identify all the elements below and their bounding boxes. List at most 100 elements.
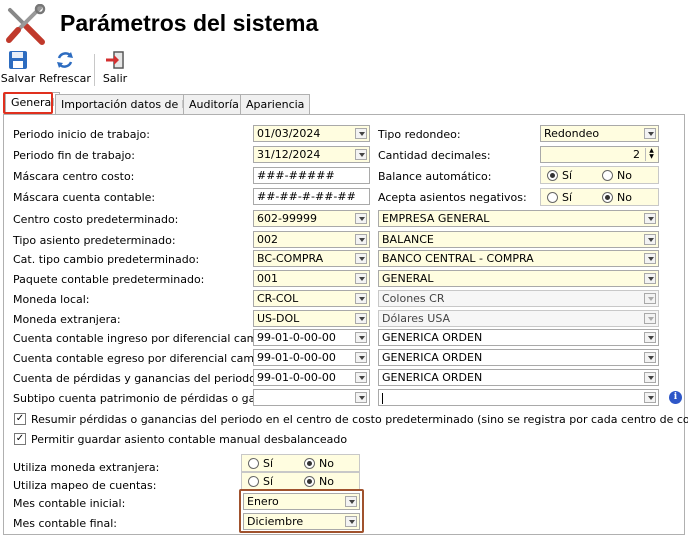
balance-auto-no-label: No [617, 169, 632, 182]
periodo-inicio-value: 01/03/2024 [257, 127, 321, 140]
exit-icon [106, 51, 124, 69]
periodo-fin-field[interactable]: 31/12/2024 [253, 146, 370, 163]
chevron-down-icon[interactable] [355, 392, 367, 403]
chevron-down-icon[interactable] [644, 352, 656, 363]
cta-egreso-desc-value: GENERICA ORDEN [382, 351, 483, 364]
cta-ingreso-desc-value: GENERICA ORDEN [382, 331, 483, 344]
periodo-inicio-field[interactable]: 01/03/2024 [253, 125, 370, 142]
tipo-cambio-code[interactable]: BC-COMPRA [253, 250, 370, 267]
chevron-down-icon[interactable] [644, 332, 656, 343]
chevron-down-icon[interactable] [355, 372, 367, 383]
balance-auto-no-radio[interactable] [602, 170, 613, 181]
refresh-label: Refrescar [39, 72, 91, 85]
usa-moneda-ext-si-radio[interactable] [248, 458, 259, 469]
subtipo-desc[interactable] [378, 389, 659, 406]
chevron-down-icon [644, 313, 656, 324]
info-icon[interactable]: i [669, 391, 682, 404]
centro-costo-code-value: 602-99999 [257, 212, 317, 225]
tipo-cambio-code-value: BC-COMPRA [257, 252, 324, 265]
acepta-neg-si-label: Sí [562, 191, 573, 204]
moneda-ext-label: Moneda extranjera: [13, 313, 121, 326]
resumir-label: Resumir pérdidas o ganancias del periodo… [31, 413, 688, 426]
cta-egreso-code[interactable]: 99-01-0-00-00 [253, 349, 370, 366]
moneda-local-desc: Colones CR [378, 290, 659, 307]
subtipo-code[interactable] [253, 389, 370, 406]
usa-mapeo-no-radio[interactable] [304, 476, 315, 487]
tab-importacion-rh[interactable]: Importación datos de RH [55, 94, 204, 114]
tipo-redondeo-select[interactable]: Redondeo [540, 125, 659, 142]
cta-egreso-label: Cuenta contable egreso por diferencial c… [13, 352, 289, 365]
centro-costo-label: Centro costo predeterminado: [13, 213, 179, 226]
chevron-down-icon[interactable] [355, 128, 367, 139]
balance-auto-label: Balance automático: [378, 170, 492, 183]
chevron-down-icon[interactable] [644, 234, 656, 245]
chevron-down-icon[interactable] [355, 149, 367, 160]
usa-moneda-ext-label: Utiliza moneda extranjera: [13, 461, 160, 474]
cta-pyg-desc[interactable]: GENERICA ORDEN [378, 369, 659, 386]
refresh-button[interactable]: Refrescar [39, 50, 91, 90]
permitir-checkbox[interactable]: ✓ [14, 433, 26, 445]
chevron-down-icon[interactable] [644, 213, 656, 224]
moneda-ext-code[interactable]: US-DOL [253, 310, 370, 327]
spinner-icon[interactable]: ▲ ▼ [645, 148, 657, 161]
cta-ingreso-label: Cuenta contable ingreso por diferencial … [13, 332, 293, 345]
tab-highlight [3, 92, 53, 114]
months-highlight [239, 489, 364, 533]
acepta-neg-si-radio[interactable] [547, 192, 558, 203]
mascara-cc-label: Máscara centro costo: [13, 170, 135, 183]
resumir-checkbox[interactable]: ✓ [14, 413, 26, 425]
tipo-cambio-desc-value: BANCO CENTRAL - COMPRA [382, 252, 534, 265]
moneda-local-code[interactable]: CR-COL [253, 290, 370, 307]
chevron-down-icon[interactable] [355, 293, 367, 304]
paquete-desc[interactable]: GENERAL [378, 270, 659, 287]
chevron-down-icon[interactable] [355, 332, 367, 343]
save-button[interactable]: Salvar [1, 50, 35, 90]
usa-moneda-ext-si-label: Sí [263, 457, 274, 470]
exit-button[interactable]: Salir [101, 50, 129, 90]
paquete-code[interactable]: 001 [253, 270, 370, 287]
cta-ingreso-desc[interactable]: GENERICA ORDEN [378, 329, 659, 346]
chevron-down-icon[interactable] [355, 213, 367, 224]
centro-costo-desc[interactable]: EMPRESA GENERAL [378, 210, 659, 227]
tipo-asiento-code[interactable]: 002 [253, 231, 370, 248]
chevron-down-icon[interactable] [355, 313, 367, 324]
tipo-redondeo-value: Redondeo [544, 127, 600, 140]
exit-label: Salir [102, 72, 128, 85]
cantidad-decimales-stepper[interactable]: 2 ▲ ▼ [540, 146, 659, 163]
mascara-cc-field[interactable]: ###-##### [253, 167, 370, 184]
chevron-down-icon[interactable] [644, 273, 656, 284]
chevron-down-icon[interactable] [644, 372, 656, 383]
periodo-fin-value: 31/12/2024 [257, 148, 321, 161]
chevron-down-icon[interactable] [355, 234, 367, 245]
cta-pyg-code[interactable]: 99-01-0-00-00 [253, 369, 370, 386]
tipo-cambio-desc[interactable]: BANCO CENTRAL - COMPRA [378, 250, 659, 267]
paquete-label: Paquete contable predeterminado: [13, 273, 205, 286]
usa-mapeo-si-radio[interactable] [248, 476, 259, 487]
tipo-asiento-desc[interactable]: BALANCE [378, 231, 659, 248]
cta-ingreso-code-value: 99-01-0-00-00 [257, 331, 336, 344]
tab-auditoria[interactable]: Auditoría [183, 94, 245, 114]
chevron-down-icon[interactable] [644, 392, 656, 403]
balance-auto-si-radio[interactable] [547, 170, 558, 181]
usa-mapeo-label: Utiliza mapeo de cuentas: [13, 479, 157, 492]
centro-costo-code[interactable]: 602-99999 [253, 210, 370, 227]
mascara-cuenta-field[interactable]: ##-##-#-##-## [253, 188, 370, 205]
cta-pyg-label: Cuenta de pérdidas y ganancias del perio… [13, 372, 260, 385]
cta-pyg-code-value: 99-01-0-00-00 [257, 371, 336, 384]
cta-ingreso-code[interactable]: 99-01-0-00-00 [253, 329, 370, 346]
tools-icon [4, 3, 48, 46]
chevron-down-icon[interactable] [355, 352, 367, 363]
chevron-down-icon[interactable] [644, 128, 656, 139]
moneda-ext-desc: Dólares USA [378, 310, 659, 327]
chevron-down-icon[interactable] [644, 253, 656, 264]
chevron-down-icon[interactable] [355, 273, 367, 284]
paquete-desc-value: GENERAL [382, 272, 434, 285]
usa-moneda-ext-no-radio[interactable] [304, 458, 315, 469]
cantidad-decimales-value: 2 [633, 148, 640, 161]
usa-mapeo-no-label: No [319, 475, 334, 488]
paquete-code-value: 001 [257, 272, 278, 285]
cta-egreso-desc[interactable]: GENERICA ORDEN [378, 349, 659, 366]
chevron-down-icon[interactable] [355, 253, 367, 264]
tab-apariencia[interactable]: Apariencia [240, 94, 311, 114]
acepta-neg-no-radio[interactable] [602, 192, 613, 203]
